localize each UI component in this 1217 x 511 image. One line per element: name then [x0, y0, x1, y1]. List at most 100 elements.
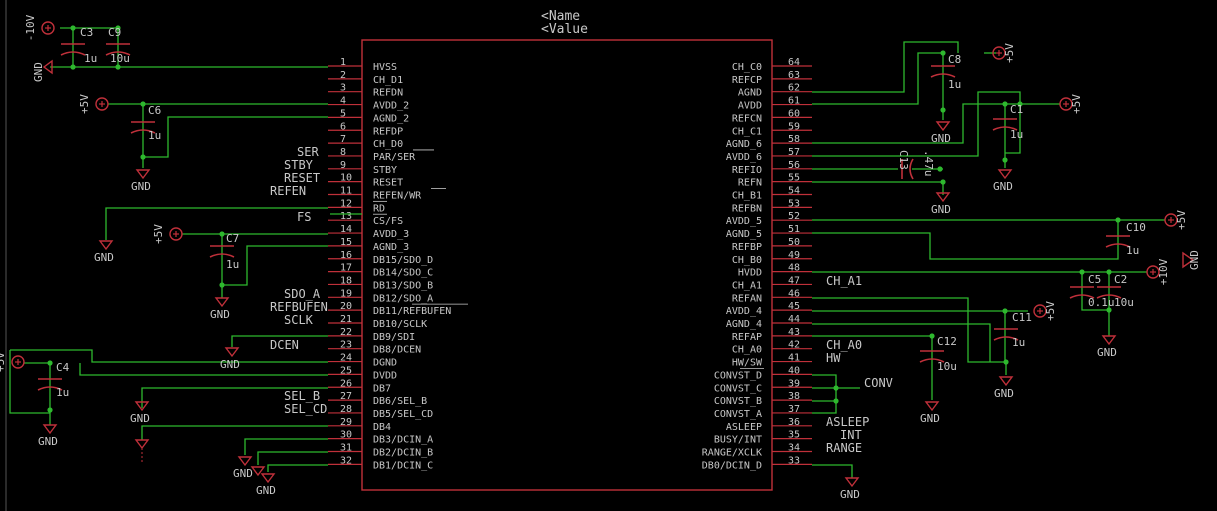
wire[interactable]: [79, 363, 328, 376]
net-label-ch-a1[interactable]: CH_A1: [826, 274, 862, 288]
net-label-sdo-a[interactable]: SDO_A: [284, 287, 321, 301]
supply-symbol[interactable]: +5V: [1164, 210, 1188, 230]
ground-symbol[interactable]: GND: [32, 59, 53, 82]
pin-number: 29: [340, 417, 352, 428]
supply-symbol[interactable]: +5V: [992, 43, 1016, 63]
pin-number: 35: [788, 430, 800, 441]
supply-symbol[interactable]: -10V: [24, 14, 55, 41]
pin-label: CH_A1: [732, 280, 762, 291]
ground-symbol[interactable]: GND: [38, 424, 58, 448]
net-label-int[interactable]: INT: [840, 428, 862, 442]
pin-label: DB13/SDO_B: [373, 280, 433, 291]
wire[interactable]: [812, 401, 837, 414]
wire[interactable]: [257, 451, 328, 465]
pin-number: 55: [788, 173, 800, 184]
supply-label: +5V: [1044, 301, 1057, 321]
ground-symbol[interactable]: GND: [131, 169, 151, 193]
pin-label: AGND_4: [726, 319, 762, 330]
pin-label: DB11/REFBUFEN: [373, 306, 451, 317]
c5-ref: C5: [1088, 273, 1101, 286]
ground-symbol[interactable]: [134, 439, 150, 450]
net-label-asleep[interactable]: ASLEEP: [826, 415, 869, 429]
gnd-label: GND: [256, 484, 276, 497]
c9-ref: C9: [108, 26, 121, 39]
pin-number: 53: [788, 198, 800, 209]
schematic-canvas: <Name <Value 1 HVSS 2 CH_D1 3 REFDN 4 AVDD_2 5 AG…: [0, 0, 1217, 511]
supply-symbol[interactable]: +5V: [1059, 94, 1083, 114]
pin-number: 18: [340, 275, 352, 286]
supply-label: +5V: [1003, 43, 1016, 63]
ground-symbol[interactable]: GND: [210, 297, 230, 321]
supply-symbol[interactable]: +10V: [1146, 258, 1170, 285]
ground-symbol[interactable]: GND: [1097, 335, 1117, 359]
c4-ref: C4: [56, 361, 70, 374]
ground-symbol[interactable]: GND: [233, 456, 253, 480]
ground-symbol[interactable]: GND: [994, 376, 1014, 400]
supply-label: +5V: [1070, 94, 1083, 114]
pin-label: DB5/SEL_CD: [373, 409, 433, 420]
net-label-range[interactable]: RANGE: [826, 441, 862, 455]
c12-value: 10u: [937, 360, 957, 373]
pin-label: CH_D1: [373, 75, 403, 86]
wire[interactable]: [812, 41, 959, 93]
net-label-dcen[interactable]: DCEN: [270, 338, 299, 352]
wire[interactable]: [812, 181, 944, 195]
ground-symbol[interactable]: GND: [130, 401, 150, 425]
pin-label: AGND: [738, 88, 762, 99]
pin-number: 39: [788, 378, 800, 389]
wire[interactable]: [105, 207, 328, 240]
gnd-label: GND: [220, 358, 240, 371]
pin-label: AVDD_3: [373, 229, 409, 240]
net-label-refbufen[interactable]: REFBUFEN: [270, 300, 328, 314]
net-label-hw[interactable]: HW: [826, 351, 841, 365]
ground-symbol[interactable]: GND: [993, 169, 1013, 193]
c3-value: 1u: [84, 52, 97, 65]
net-label-reset[interactable]: RESET: [284, 171, 320, 185]
wire[interactable]: [812, 297, 1006, 363]
ground-symbol[interactable]: GND: [840, 477, 860, 501]
ground-symbol[interactable]: GND: [931, 121, 951, 145]
net-label-sel-cd[interactable]: SEL_CD: [284, 402, 327, 416]
c6-value: 1u: [148, 129, 161, 142]
net-label-stby[interactable]: STBY: [284, 158, 314, 172]
ground-symbol[interactable]: GND: [256, 473, 276, 497]
ground-symbol[interactable]: GND: [931, 192, 951, 216]
gnd-label: GND: [1188, 250, 1201, 270]
wire[interactable]: [812, 91, 1021, 157]
pin-number: 52: [788, 211, 800, 222]
wire[interactable]: [9, 350, 50, 414]
net-label-conv[interactable]: CONV: [864, 376, 893, 390]
wire[interactable]: [812, 220, 1119, 260]
wire[interactable]: [267, 464, 328, 472]
pin-number: 50: [788, 237, 800, 248]
pin-number: 4: [340, 96, 346, 107]
wire[interactable]: [812, 52, 943, 105]
pin-number: 60: [788, 108, 800, 119]
supply-symbol[interactable]: +5V: [152, 224, 183, 244]
ground-symbol[interactable]: GND: [220, 347, 240, 371]
ic-value: <Value: [541, 22, 588, 37]
supply-symbol[interactable]: +5V: [0, 352, 25, 372]
pin-label: CONVST_C: [714, 383, 762, 394]
ground-symbol[interactable]: GND: [94, 240, 114, 264]
c8-value: 1u: [948, 78, 961, 91]
wire[interactable]: [141, 425, 328, 440]
supply-symbol[interactable]: +5V: [78, 94, 109, 114]
ground-symbol[interactable]: GND: [1182, 250, 1201, 270]
supply-symbol[interactable]: +5V: [1033, 301, 1057, 321]
pin-number: 23: [340, 340, 352, 351]
pin-number: 21: [340, 314, 352, 325]
net-label-fs[interactable]: FS: [297, 210, 311, 224]
net-label-refen[interactable]: REFEN: [270, 184, 306, 198]
net-label-sel-b[interactable]: SEL_B: [284, 389, 320, 403]
ground-symbol[interactable]: GND: [920, 401, 940, 425]
pin-number: 2: [340, 70, 346, 81]
pin-number: 26: [340, 378, 352, 389]
net-label-ch-a0[interactable]: CH_A0: [826, 338, 862, 352]
net-label-sclk[interactable]: SCLK: [284, 313, 314, 327]
pin-label: CH_D0: [373, 139, 403, 150]
pin-number: 41: [788, 353, 800, 364]
net-label-ser[interactable]: SER: [297, 145, 319, 159]
pin-number: 1: [340, 57, 346, 68]
wire[interactable]: [812, 464, 853, 478]
